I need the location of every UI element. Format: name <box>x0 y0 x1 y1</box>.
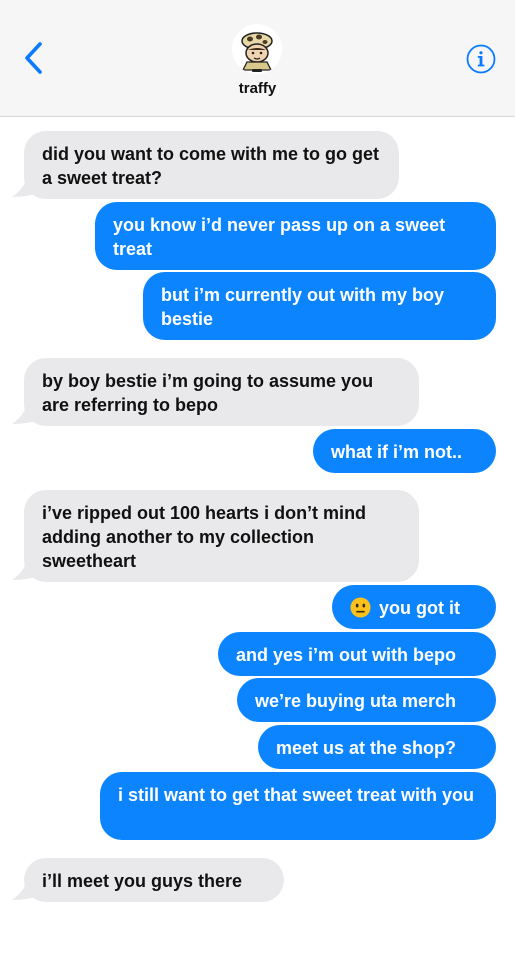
outgoing-message[interactable]: but i’m currently out with my boy bestie <box>143 272 496 340</box>
message-text: did you want to come with me to go get a… <box>42 144 379 188</box>
avatar-image <box>232 24 282 74</box>
message-text: we’re buying uta merch <box>255 691 457 711</box>
bubble-tail <box>12 878 40 900</box>
outgoing-message[interactable]: and yes i’m out with bepo <box>218 632 496 676</box>
message-text: meet us at the shop? <box>276 738 457 758</box>
back-button[interactable] <box>18 38 48 78</box>
incoming-message[interactable]: by boy bestie i’m going to assume you ar… <box>24 358 419 426</box>
incoming-message[interactable]: did you want to come with me to go get a… <box>24 131 399 199</box>
incoming-message[interactable]: i’ve ripped out 100 hearts i don’t mind … <box>24 490 419 582</box>
outgoing-message[interactable]: you got it <box>332 585 496 629</box>
bubble-tail <box>12 175 40 197</box>
chevron-left-icon <box>25 42 42 74</box>
contact-avatar[interactable] <box>232 24 282 74</box>
info-icon <box>466 44 496 74</box>
outgoing-message[interactable]: you know i’d never pass up on a sweet tr… <box>95 202 496 270</box>
message-text: and yes i’m out with bepo <box>236 645 457 665</box>
message-thread[interactable]: did you want to come with me to go get a… <box>0 117 515 960</box>
info-button[interactable] <box>466 44 496 74</box>
neutral-face-emoji-icon <box>350 597 371 618</box>
bubble-tail <box>12 558 40 580</box>
message-text: i’ll meet you guys there <box>42 871 243 891</box>
outgoing-message[interactable]: i still want to get that sweet treat wit… <box>100 772 496 840</box>
message-text: by boy bestie i’m going to assume you ar… <box>42 371 374 415</box>
outgoing-message[interactable]: meet us at the shop? <box>258 725 496 769</box>
bubble-tail <box>12 402 40 424</box>
message-text: you got it <box>379 598 460 618</box>
message-text: i’ve ripped out 100 hearts i don’t mind … <box>42 503 367 571</box>
incoming-message[interactable]: i’ll meet you guys there <box>24 858 284 902</box>
message-text: you know i’d never pass up on a sweet tr… <box>113 215 446 259</box>
contact-name[interactable]: traffy <box>0 80 515 97</box>
outgoing-message[interactable]: we’re buying uta merch <box>237 678 496 722</box>
outgoing-message[interactable]: what if i’m not.. <box>313 429 496 473</box>
message-text: but i’m currently out with my boy bestie <box>161 285 445 329</box>
message-text: what if i’m not.. <box>331 442 462 462</box>
conversation-header: traffy <box>0 0 515 117</box>
message-text: i still want to get that sweet treat wit… <box>118 785 475 805</box>
